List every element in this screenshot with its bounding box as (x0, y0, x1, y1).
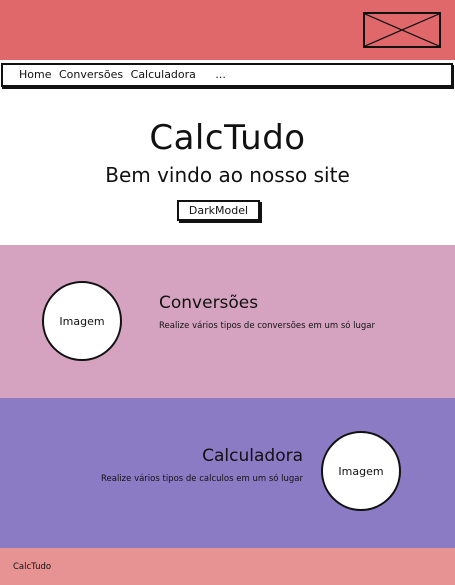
image-placeholder-icon (363, 12, 441, 48)
calculadora-image-label: Imagem (338, 464, 384, 478)
section-calculadora: Calculadora Realize vários tipos de calc… (0, 398, 455, 548)
site-title: CalcTudo (149, 118, 306, 158)
calculadora-title[interactable]: Calculadora (202, 446, 303, 466)
nav-item-conversoes[interactable]: Conversões (59, 68, 123, 81)
nav-item-home[interactable]: Home (19, 68, 51, 81)
site-subtitle: Bem vindo ao nosso site (105, 163, 350, 187)
footer: CalcTudo (0, 548, 455, 585)
nav-bar: Home Conversões Calculadora ... (1, 63, 453, 87)
section-conversoes: Imagem Conversões Realize vários tipos d… (0, 245, 455, 398)
calculadora-image: Imagem (321, 431, 401, 511)
conversoes-image: Imagem (42, 281, 122, 361)
footer-text: CalcTudo (13, 562, 52, 572)
nav-item-calculadora[interactable]: Calculadora (131, 68, 196, 81)
calculadora-description: Realize vários tipos de calculos em um s… (100, 474, 303, 484)
header-bar (0, 0, 455, 60)
conversoes-description: Realize vários tipos de conversões em um… (159, 321, 376, 331)
dark-mode-button[interactable]: DarkModel (177, 200, 260, 221)
conversoes-title[interactable]: Conversões (159, 293, 258, 313)
hero: CalcTudo Bem vindo ao nosso site DarkMod… (0, 90, 455, 245)
conversoes-image-label: Imagem (59, 314, 105, 328)
nav-more[interactable]: ... (215, 68, 226, 81)
